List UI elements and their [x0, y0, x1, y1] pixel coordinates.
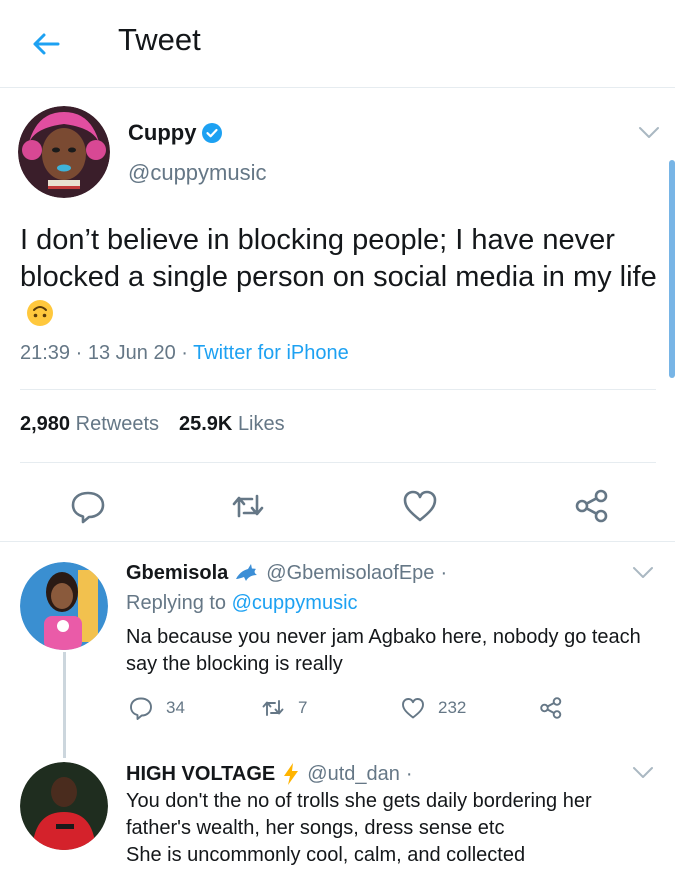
- reply-text-line: father's wealth, her songs, dress sense …: [126, 817, 505, 839]
- likes-count: 25.9K: [179, 413, 233, 435]
- retweet-icon: [262, 700, 284, 716]
- author-handle[interactable]: @cuppymusic: [128, 160, 267, 186]
- reply-button[interactable]: [68, 486, 108, 526]
- likes-stat[interactable]: 25.9K Likes: [179, 413, 285, 436]
- author-name-text[interactable]: Cuppy: [128, 120, 196, 146]
- dot-separator: ·: [405, 762, 413, 785]
- verified-badge-icon: [202, 123, 223, 143]
- tweet-time: 21:39: [20, 342, 71, 364]
- retweets-label: Retweets: [75, 413, 159, 435]
- chevron-down-icon[interactable]: [632, 566, 654, 580]
- divider: [20, 462, 656, 463]
- reply-icon: [130, 697, 152, 720]
- share-button[interactable]: [572, 486, 612, 526]
- reply-header: HIGH VOLTAGE @utd_dan ·: [126, 762, 413, 786]
- main-tweet: Cuppy @cuppymusic I don’t believe in blo…: [0, 88, 675, 542]
- avatar[interactable]: [20, 562, 108, 650]
- like-button[interactable]: 232: [400, 695, 466, 721]
- retweet-button[interactable]: [228, 486, 268, 526]
- author-name[interactable]: Cuppy: [128, 120, 223, 146]
- tweet-stats: 2,980 Retweets 25.9K Likes: [20, 413, 285, 436]
- reply-text: You don't the no of trolls she gets dail…: [126, 788, 666, 869]
- reply-author-handle[interactable]: @GbemisolaofEpe: [266, 562, 434, 585]
- reply-tweet[interactable]: HIGH VOLTAGE @utd_dan · You don't the no…: [0, 754, 675, 882]
- retweet-button[interactable]: 7: [260, 695, 307, 721]
- like-button[interactable]: [400, 486, 440, 526]
- reply-text: Na because you never jam Agbako here, no…: [126, 626, 641, 675]
- dot-separator: ·: [440, 562, 448, 584]
- tweet-text: I don’t believe in blocking people; I ha…: [20, 222, 660, 333]
- reply-button[interactable]: 34: [128, 695, 185, 721]
- meta-separator: ·: [181, 342, 194, 364]
- replying-to: Replying to @cuppymusic: [126, 592, 358, 615]
- tweet-source[interactable]: Twitter for iPhone: [193, 342, 349, 364]
- reply-author-name[interactable]: HIGH VOLTAGE: [126, 763, 275, 786]
- retweets-stat[interactable]: 2,980 Retweets: [20, 413, 159, 436]
- lightning-icon: [284, 763, 299, 785]
- replying-prefix: Replying to: [126, 592, 227, 614]
- top-bar: Tweet: [0, 0, 675, 88]
- thread-connector: [63, 652, 66, 758]
- reply-count: 34: [166, 698, 185, 717]
- arrow-left-icon[interactable]: [28, 26, 64, 62]
- chevron-down-icon[interactable]: [632, 766, 654, 780]
- retweets-count: 2,980: [20, 413, 71, 435]
- like-count: 232: [438, 698, 467, 717]
- heart-icon: [402, 698, 424, 719]
- dolphin-icon: [236, 563, 258, 581]
- reply-header: Gbemisola @GbemisolaofEpe ·: [126, 562, 447, 585]
- share-icon: [575, 489, 608, 523]
- retweet-count: 7: [298, 698, 308, 717]
- retweet-icon: [232, 494, 264, 518]
- reply-author-name[interactable]: Gbemisola: [126, 562, 228, 585]
- chevron-down-icon[interactable]: [638, 126, 660, 140]
- reply-tweet[interactable]: Gbemisola @GbemisolaofEpe · Replying to …: [0, 542, 675, 754]
- share-button[interactable]: [538, 695, 564, 721]
- tweet-meta: 21:39 · 13 Jun 20 · Twitter for iPhone: [20, 342, 349, 365]
- meta-separator: ·: [75, 342, 88, 364]
- avatar[interactable]: [18, 106, 110, 198]
- page-title: Tweet: [118, 22, 201, 57]
- likes-label: Likes: [237, 413, 285, 435]
- avatar[interactable]: [20, 762, 108, 850]
- reply-icon: [71, 491, 105, 524]
- divider: [20, 389, 656, 390]
- heart-icon: [403, 490, 437, 522]
- upside-down-face-icon: [27, 300, 53, 326]
- replying-to-handle[interactable]: @cuppymusic: [232, 592, 358, 614]
- tweet-text-content: I don’t believe in blocking people; I ha…: [20, 224, 657, 293]
- reply-text-line: She is uncommonly cool, calm, and collec…: [126, 844, 526, 866]
- tweet-date: 13 Jun 20: [87, 342, 176, 364]
- reply-text-line: You don't the no of trolls she gets dail…: [126, 790, 592, 812]
- share-icon: [540, 697, 562, 719]
- reply-author-handle[interactable]: @utd_dan: [307, 763, 400, 786]
